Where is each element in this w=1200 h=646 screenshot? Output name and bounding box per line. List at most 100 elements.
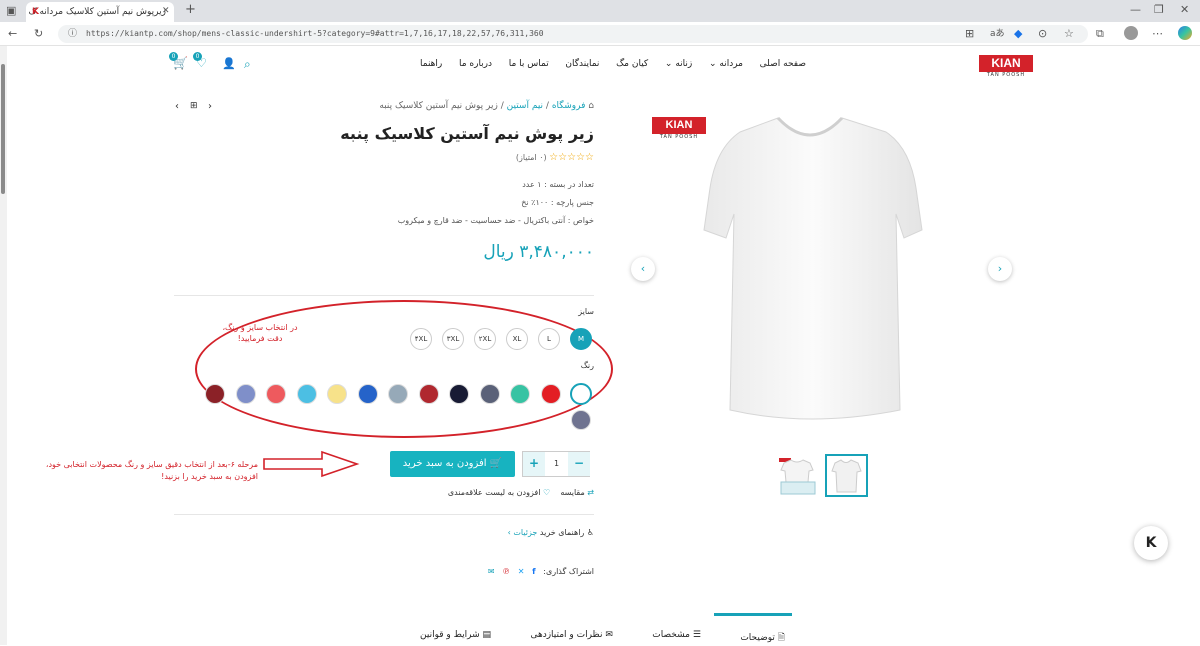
- add-wishlist-link[interactable]: ♡ افزودن به لیست علاقه‌مندی: [448, 488, 550, 497]
- tab-terms[interactable]: ▤ شرایط و قوانین: [420, 630, 491, 646]
- nav-mag[interactable]: کیان مگ: [616, 59, 648, 73]
- color-swatch[interactable]: [357, 384, 378, 404]
- details-link[interactable]: جزئیات ›: [508, 528, 538, 537]
- color-swatch[interactable]: [327, 384, 347, 404]
- settings-more-icon[interactable]: ⋯: [1152, 27, 1163, 41]
- cart-count-badge: 0: [169, 52, 178, 61]
- qty-plus-button[interactable]: +: [523, 452, 545, 476]
- scrollbar-thumb[interactable]: [1, 64, 5, 194]
- size-option[interactable]: ۳XL: [442, 328, 464, 350]
- chat-widget-icon[interactable]: K: [1134, 526, 1168, 560]
- color-swatch[interactable]: [418, 384, 439, 404]
- size-label: سایز: [578, 307, 594, 316]
- rating-stars[interactable]: ☆☆☆☆☆: [549, 152, 594, 163]
- thumbnail-active[interactable]: [825, 454, 868, 497]
- divider: [174, 514, 594, 515]
- minimize-icon[interactable]: —: [1130, 3, 1141, 17]
- read-aloud-icon[interactable]: aあ: [990, 27, 1005, 41]
- color-swatch[interactable]: [479, 384, 500, 404]
- add-to-cart-label: افزودن به سبد خرید: [402, 458, 487, 469]
- guide-icon: ♿: [586, 528, 594, 537]
- nav-about[interactable]: درباره ما: [459, 59, 492, 73]
- nav-women[interactable]: زنانه ⌄: [665, 59, 692, 73]
- color-swatch[interactable]: [205, 384, 225, 404]
- scrollbar[interactable]: [0, 46, 7, 645]
- close-window-icon[interactable]: ✕: [1180, 3, 1189, 17]
- image-next-button[interactable]: ›: [988, 257, 1012, 281]
- size-option[interactable]: M: [570, 328, 592, 350]
- refresh-icon[interactable]: ↻: [34, 27, 43, 41]
- compare-link[interactable]: ⇄ مقایسه: [560, 488, 594, 497]
- color-swatch[interactable]: [296, 384, 317, 404]
- coupon-icon[interactable]: ◆: [1014, 27, 1022, 41]
- email-icon[interactable]: ✉: [488, 567, 495, 576]
- home-icon[interactable]: ⌂: [588, 101, 594, 111]
- compare-icon: ⇄: [587, 488, 594, 497]
- product-image-tshirt[interactable]: [690, 110, 930, 430]
- product-title: زیر پوش نیم آستین کلاسیک پنبه: [340, 124, 594, 143]
- tab-specifications[interactable]: ☰ مشخصات: [652, 630, 701, 646]
- size-option[interactable]: L: [538, 328, 560, 350]
- nav-contact[interactable]: تماس با ما: [509, 59, 549, 73]
- url-input[interactable]: ⓘ https://kiantp.com/shop/mens-classic-u…: [58, 25, 1088, 43]
- cart-icon: 🛒: [489, 458, 503, 469]
- annotation-ellipse: [195, 300, 613, 438]
- color-swatch[interactable]: [570, 383, 592, 405]
- color-swatch[interactable]: [540, 384, 561, 404]
- browser-tab[interactable]: K زیرپوش نیم آستین کلاسیک مردانه ک: [26, 2, 174, 22]
- nav-men[interactable]: مردانه ⌄: [709, 59, 743, 73]
- guide-label: راهنمای خرید: [539, 528, 585, 537]
- facebook-icon[interactable]: f: [532, 567, 535, 576]
- site-logo[interactable]: KIAN: [979, 55, 1033, 72]
- nav-home[interactable]: صفحه اصلی: [760, 59, 806, 73]
- color-swatch[interactable]: [266, 384, 286, 404]
- tab-reviews[interactable]: ✉ نظرات و امتیازدهی: [530, 630, 612, 646]
- prev-product-icon[interactable]: ‹: [175, 101, 179, 112]
- add-to-cart-button[interactable]: 🛒 افزودن به سبد خرید: [390, 451, 515, 477]
- nav-agents[interactable]: نمایندگان: [565, 59, 599, 73]
- maximize-icon[interactable]: ❐: [1154, 3, 1164, 17]
- grid-icon[interactable]: ⊞: [190, 101, 198, 111]
- back-icon[interactable]: ←: [8, 27, 17, 41]
- new-tab-button[interactable]: +: [185, 3, 196, 17]
- size-option[interactable]: XL: [506, 328, 528, 350]
- color-swatch[interactable]: [510, 384, 530, 404]
- close-tab-icon[interactable]: ✕: [162, 4, 170, 18]
- color-swatch[interactable]: [388, 384, 408, 404]
- attr-pack: تعداد در بسته : ۱ عدد: [522, 180, 594, 189]
- heart-icon: ♡: [542, 488, 551, 497]
- next-product-icon[interactable]: ›: [208, 101, 212, 112]
- annotation-arrow-icon: [263, 450, 360, 478]
- profile-avatar[interactable]: [1124, 26, 1138, 40]
- wish-compare-row: ⇄ مقایسه ♡ افزودن به لیست علاقه‌مندی: [420, 488, 594, 497]
- qty-minus-button[interactable]: −: [568, 452, 590, 476]
- size-option[interactable]: ۴XL: [410, 328, 432, 350]
- attr-fabric: جنس پارچه : ۱۰۰٪ نخ: [521, 198, 594, 207]
- image-prev-button[interactable]: ‹: [631, 257, 655, 281]
- collections-icon[interactable]: ⧉: [1096, 27, 1104, 41]
- window-menu-icon[interactable]: ▣: [6, 4, 16, 18]
- size-option[interactable]: ۲XL: [474, 328, 496, 350]
- app-icon[interactable]: ⊞: [965, 27, 974, 41]
- search-icon[interactable]: ⌕: [244, 57, 251, 72]
- nav-guide[interactable]: راهنما: [420, 59, 442, 73]
- color-swatch[interactable]: [449, 384, 469, 404]
- chevron-down-icon: ⌄: [708, 59, 717, 69]
- share-row: اشتراک گذاری: f ✕ ℗ ✉: [420, 567, 594, 576]
- qty-input[interactable]: 1: [545, 452, 568, 476]
- color-swatch[interactable]: [235, 384, 256, 404]
- favorite-icon[interactable]: ☆: [1064, 27, 1074, 41]
- active-tab-indicator: [714, 613, 792, 616]
- more-icon[interactable]: ⊙: [1038, 27, 1047, 41]
- pinterest-icon[interactable]: ℗: [502, 567, 510, 576]
- breadcrumb-category[interactable]: نیم آستین: [507, 101, 543, 111]
- x-twitter-icon[interactable]: ✕: [518, 567, 525, 576]
- rating-text: (۰ امتیاز): [515, 153, 547, 162]
- annotation-note-cart: مرحله ۶-بعد از انتخاب دقیق سایز و رنگ مح…: [45, 460, 258, 481]
- breadcrumb-shop[interactable]: فروشگاه: [552, 101, 586, 111]
- color-swatch[interactable]: [571, 410, 591, 430]
- tab-description[interactable]: 🗎 توضیحات: [740, 630, 785, 646]
- thumbnail-2[interactable]: [777, 454, 820, 497]
- copilot-icon[interactable]: [1178, 26, 1192, 40]
- user-icon[interactable]: 👤: [222, 57, 236, 70]
